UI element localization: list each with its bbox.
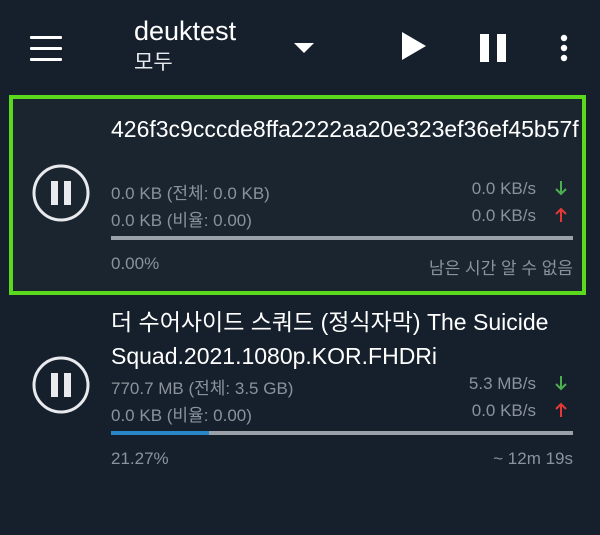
pause-circle-icon[interactable] [31, 163, 91, 223]
upload-arrow-icon [555, 402, 567, 417]
download-speed: 5.3 MB/s [468, 374, 536, 393]
downloaded-size: 770.7 MB (전체: 3.5 GB) [111, 379, 294, 398]
downloaded-size: 0.0 KB (전체: 0.0 KB) [111, 184, 270, 203]
eta-label: 남은 시간 알 수 없음 [428, 259, 573, 278]
progress-bar [111, 236, 573, 240]
progress-percent: 0.00% [111, 254, 160, 273]
torrent-item[interactable]: 426f3c9cccde8ffa2222aa20e323ef36ef45b57f… [0, 0, 600, 300]
upload-arrow-icon [555, 207, 567, 222]
download-arrow-icon [555, 376, 567, 391]
progress-bar [111, 431, 573, 435]
upload-speed: 0.0 KB/s [471, 206, 536, 225]
download-arrow-icon [555, 181, 567, 196]
download-speed: 0.0 KB/s [471, 179, 536, 198]
torrent-item[interactable]: 더 수어사이드 스쿼드 (정식자막) The Suicide Squad.202… [0, 300, 600, 535]
uploaded-size: 0.0 KB (비율: 0.00) [111, 406, 252, 425]
progress-percent: 21.27% [111, 449, 169, 468]
eta-label: ~ 12m 19s [493, 449, 573, 468]
uploaded-size: 0.0 KB (비율: 0.00) [111, 211, 252, 230]
torrent-name: 426f3c9cccde8ffa2222aa20e323ef36ef45b57f [111, 116, 579, 142]
pause-circle-icon[interactable] [31, 355, 91, 415]
upload-speed: 0.0 KB/s [471, 401, 536, 420]
progress-fill [111, 431, 210, 435]
torrent-name: 더 수어사이드 스쿼드 (정식자막) The Suicide Squad.202… [111, 309, 549, 369]
